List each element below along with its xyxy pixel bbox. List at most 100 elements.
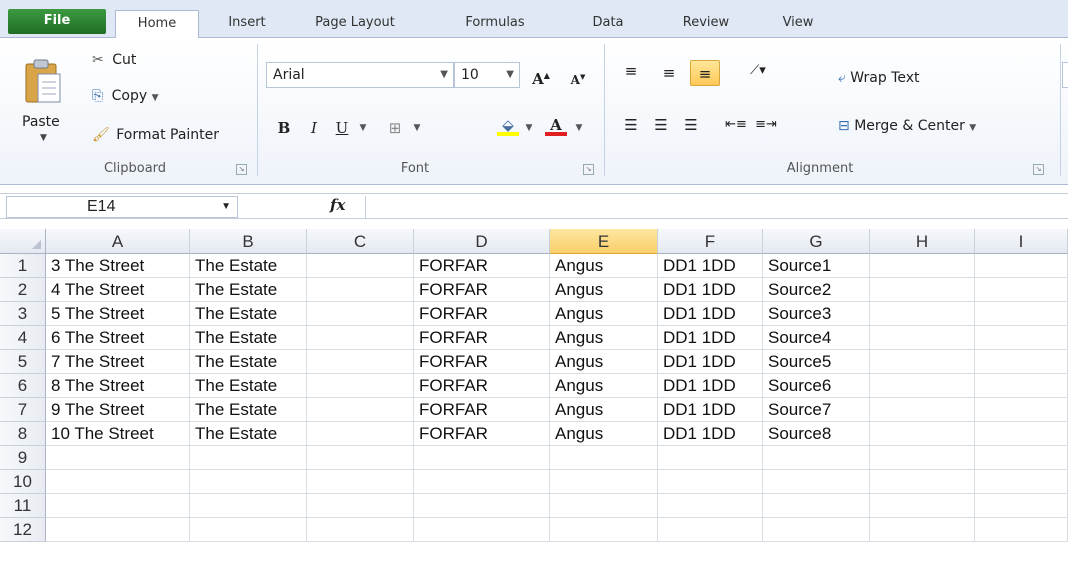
- cell-c8[interactable]: [307, 422, 414, 446]
- cell-d4[interactable]: FORFAR: [414, 326, 550, 350]
- cell-h11[interactable]: [870, 494, 975, 518]
- cell-f9[interactable]: [658, 446, 763, 470]
- cell-c4[interactable]: [307, 326, 414, 350]
- cell-h8[interactable]: [870, 422, 975, 446]
- underline-dropdown-icon[interactable]: ▼: [356, 115, 370, 141]
- cell-f4[interactable]: DD1 1DD: [658, 326, 763, 350]
- borders-dropdown-icon[interactable]: ▼: [410, 115, 424, 141]
- grow-font-button[interactable]: A▲: [528, 62, 554, 88]
- tab-data[interactable]: Data: [578, 10, 638, 38]
- cell-c1[interactable]: [307, 254, 414, 278]
- cell-e3[interactable]: Angus: [550, 302, 658, 326]
- column-header-i[interactable]: I: [975, 229, 1068, 254]
- row-header[interactable]: 8: [0, 422, 46, 446]
- cell-c11[interactable]: [307, 494, 414, 518]
- cell-h6[interactable]: [870, 374, 975, 398]
- font-name-select[interactable]: Arial ▼: [266, 62, 454, 88]
- cell-e4[interactable]: Angus: [550, 326, 658, 350]
- cell-c7[interactable]: [307, 398, 414, 422]
- cell-i2[interactable]: [975, 278, 1068, 302]
- cell-a8[interactable]: 10 The Street: [46, 422, 190, 446]
- underline-button[interactable]: U: [330, 115, 354, 141]
- cell-i8[interactable]: [975, 422, 1068, 446]
- cell-b8[interactable]: The Estate: [190, 422, 307, 446]
- cell-f11[interactable]: [658, 494, 763, 518]
- cell-d3[interactable]: FORFAR: [414, 302, 550, 326]
- cell-i11[interactable]: [975, 494, 1068, 518]
- cell-i6[interactable]: [975, 374, 1068, 398]
- row-header[interactable]: 11: [0, 494, 46, 518]
- cell-h5[interactable]: [870, 350, 975, 374]
- row-header[interactable]: 7: [0, 398, 46, 422]
- alignment-launcher-icon[interactable]: ↘: [1033, 164, 1044, 175]
- cell-a7[interactable]: 9 The Street: [46, 398, 190, 422]
- row-header[interactable]: 4: [0, 326, 46, 350]
- cell-f7[interactable]: DD1 1DD: [658, 398, 763, 422]
- cell-e10[interactable]: [550, 470, 658, 494]
- cell-a4[interactable]: 6 The Street: [46, 326, 190, 350]
- row-header[interactable]: 10: [0, 470, 46, 494]
- tab-review[interactable]: Review: [668, 10, 744, 38]
- row-header[interactable]: 2: [0, 278, 46, 302]
- font-color-dropdown-icon[interactable]: ▼: [572, 115, 586, 141]
- borders-icon[interactable]: ⊞: [380, 115, 410, 141]
- cell-a11[interactable]: [46, 494, 190, 518]
- cell-c10[interactable]: [307, 470, 414, 494]
- cell-f3[interactable]: DD1 1DD: [658, 302, 763, 326]
- column-header-a[interactable]: A: [46, 229, 190, 254]
- cell-b6[interactable]: The Estate: [190, 374, 307, 398]
- cell-e12[interactable]: [550, 518, 658, 542]
- cell-g9[interactable]: [763, 446, 870, 470]
- cell-e2[interactable]: Angus: [550, 278, 658, 302]
- cell-g11[interactable]: [763, 494, 870, 518]
- cell-g3[interactable]: Source3: [763, 302, 870, 326]
- format-painter-button[interactable]: 🖌 Format Painter: [92, 127, 219, 143]
- row-header[interactable]: 9: [0, 446, 46, 470]
- italic-button[interactable]: I: [302, 115, 326, 141]
- cell-e8[interactable]: Angus: [550, 422, 658, 446]
- fill-color-icon[interactable]: ⬙: [494, 112, 522, 138]
- cell-d5[interactable]: FORFAR: [414, 350, 550, 374]
- cell-g6[interactable]: Source6: [763, 374, 870, 398]
- cell-a12[interactable]: [46, 518, 190, 542]
- cell-b11[interactable]: [190, 494, 307, 518]
- column-header-h[interactable]: H: [870, 229, 975, 254]
- cell-h12[interactable]: [870, 518, 975, 542]
- cell-h7[interactable]: [870, 398, 975, 422]
- cell-g7[interactable]: Source7: [763, 398, 870, 422]
- fill-color-dropdown-icon[interactable]: ▼: [522, 115, 536, 141]
- cell-i9[interactable]: [975, 446, 1068, 470]
- cell-c6[interactable]: [307, 374, 414, 398]
- cell-i10[interactable]: [975, 470, 1068, 494]
- cell-i1[interactable]: [975, 254, 1068, 278]
- cell-h4[interactable]: [870, 326, 975, 350]
- cell-e5[interactable]: Angus: [550, 350, 658, 374]
- cell-h3[interactable]: [870, 302, 975, 326]
- font-launcher-icon[interactable]: ↘: [583, 164, 594, 175]
- shrink-font-button[interactable]: A▼: [566, 64, 590, 90]
- cell-i3[interactable]: [975, 302, 1068, 326]
- cell-f8[interactable]: DD1 1DD: [658, 422, 763, 446]
- cell-g10[interactable]: [763, 470, 870, 494]
- column-header-c[interactable]: C: [307, 229, 414, 254]
- cell-g2[interactable]: Source2: [763, 278, 870, 302]
- align-middle-icon[interactable]: ≡: [656, 60, 682, 86]
- row-header[interactable]: 12: [0, 518, 46, 542]
- cell-e9[interactable]: [550, 446, 658, 470]
- cell-c3[interactable]: [307, 302, 414, 326]
- clipboard-launcher-icon[interactable]: ↘: [236, 164, 247, 175]
- cell-g1[interactable]: Source1: [763, 254, 870, 278]
- cell-b7[interactable]: The Estate: [190, 398, 307, 422]
- row-header[interactable]: 5: [0, 350, 46, 374]
- row-header[interactable]: 6: [0, 374, 46, 398]
- cell-d1[interactable]: FORFAR: [414, 254, 550, 278]
- tab-insert[interactable]: Insert: [212, 10, 282, 38]
- cell-d11[interactable]: [414, 494, 550, 518]
- cell-a3[interactable]: 5 The Street: [46, 302, 190, 326]
- cell-e6[interactable]: Angus: [550, 374, 658, 398]
- select-all-button[interactable]: [0, 229, 46, 254]
- tab-page-layout[interactable]: Page Layout: [300, 10, 410, 38]
- font-color-icon[interactable]: A: [542, 112, 570, 138]
- cell-b10[interactable]: [190, 470, 307, 494]
- cell-g4[interactable]: Source4: [763, 326, 870, 350]
